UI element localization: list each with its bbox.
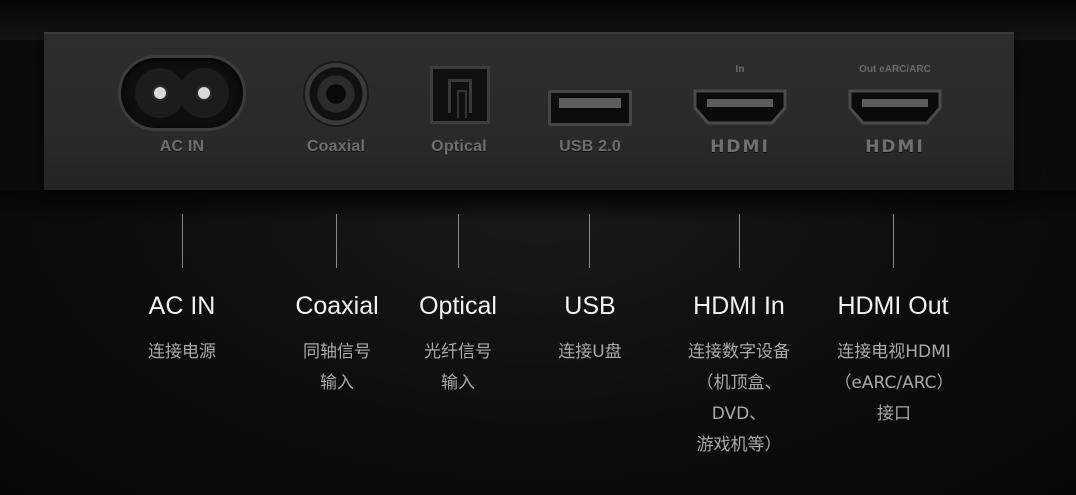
port-label-usb: USB 2.0 (559, 138, 621, 155)
port-label-hdmi-out: HDMI (865, 137, 925, 157)
port-diagram: AC IN Coaxial Optical USB 2.0 In HDMI Ou… (0, 0, 1076, 495)
port-label-optical: Optical (431, 138, 487, 155)
desc-line: （机顶盒、 (696, 373, 782, 393)
optical-door (448, 79, 472, 118)
desc-coaxial: 同轴信号 输入 (303, 337, 371, 399)
usb-tongue (559, 98, 621, 108)
desc-ac-in: 连接电源 (148, 337, 216, 368)
port-label-coaxial: Coaxial (306, 138, 366, 155)
ac-pin-left (154, 87, 166, 99)
title-usb: USB (564, 292, 616, 320)
leader-line-coaxial (336, 214, 337, 268)
title-coaxial: Coaxial (295, 292, 379, 320)
title-optical: Optical (419, 292, 497, 320)
desc-line: 连接U盘 (558, 342, 622, 362)
title-hdmi-in: HDMI In (693, 292, 785, 320)
hdmi-in-caption: In (735, 64, 745, 75)
desc-line: 连接电视HDMI (837, 342, 951, 362)
usb-port-icon (548, 90, 632, 126)
desc-line: 接口 (877, 404, 911, 424)
ac-pin-right (198, 87, 210, 99)
desc-hdmi-out: 连接电视HDMI （eARC/ARC） 接口 (834, 337, 953, 430)
leader-line-usb (589, 214, 590, 268)
hdmi-in-port-icon (692, 88, 788, 126)
desc-line: 光纤信号 (424, 342, 492, 362)
leader-line-hdmi-out (893, 214, 894, 268)
leader-line-optical (458, 214, 459, 268)
desc-line: 游戏机等） (696, 435, 782, 455)
desc-line: 连接电源 (148, 342, 216, 362)
title-hdmi-out: HDMI Out (837, 292, 949, 320)
desc-line: 输入 (441, 373, 475, 393)
desc-line: （eARC/ARC） (834, 373, 954, 393)
desc-hdmi-in: 连接数字设备 （机顶盒、 DVD、 游戏机等） (688, 337, 790, 461)
ac-in-socket-icon (118, 55, 246, 131)
coaxial-port-icon (305, 63, 367, 125)
desc-line: 连接数字设备 (688, 342, 790, 362)
desc-line: 同轴信号 (303, 342, 371, 362)
port-label-hdmi-in: HDMI (710, 137, 770, 157)
title-ac-in: AC IN (148, 292, 216, 320)
hdmi-out-caption: Out eARC/ARC (859, 64, 931, 75)
hdmi-out-port-icon (847, 88, 943, 126)
panel-shadow (0, 190, 1076, 220)
desc-line: DVD、 (711, 404, 767, 424)
desc-usb: 连接U盘 (558, 337, 621, 368)
optical-port-icon (430, 66, 490, 124)
leader-line-hdmi-in (739, 214, 740, 268)
desc-optical: 光纤信号 输入 (424, 337, 492, 399)
desc-line: 输入 (320, 373, 354, 393)
leader-line-ac (182, 214, 183, 268)
port-label-ac: AC IN (159, 138, 205, 155)
